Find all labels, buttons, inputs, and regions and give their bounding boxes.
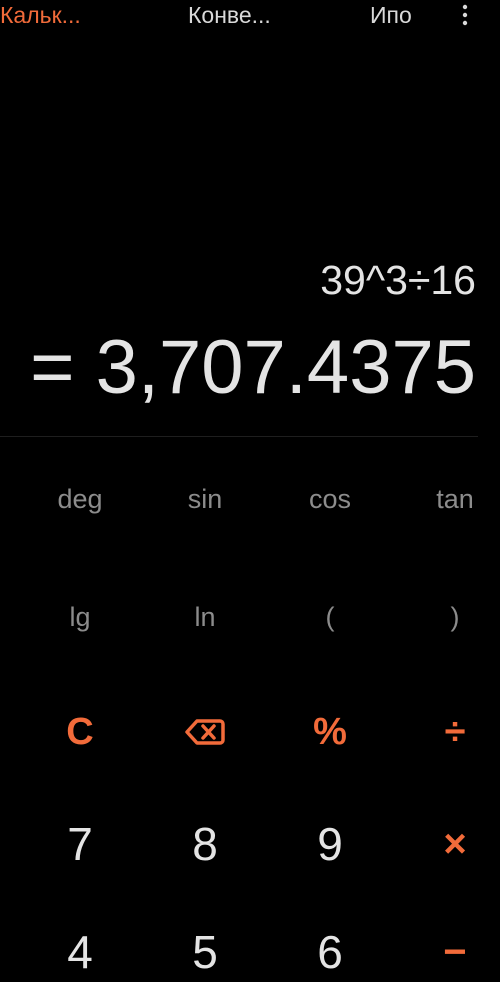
result-display: = 3,707.4375: [30, 325, 476, 410]
cos-button[interactable]: cos: [280, 479, 380, 519]
digit-7-button[interactable]: 7: [30, 814, 130, 874]
clear-button[interactable]: C: [30, 707, 130, 757]
tab-calculator[interactable]: Кальк...: [0, 0, 125, 30]
right-paren-button[interactable]: ): [405, 597, 500, 637]
digit-4-button[interactable]: 4: [30, 922, 130, 982]
left-paren-button[interactable]: (: [280, 597, 380, 637]
multiply-button[interactable]: ×: [405, 814, 500, 874]
digit-6-button[interactable]: 6: [280, 922, 380, 982]
backspace-icon: [185, 719, 225, 745]
backspace-button[interactable]: [155, 707, 255, 757]
digit-8-button[interactable]: 8: [155, 814, 255, 874]
expression-display: 39^3÷16: [320, 257, 476, 303]
ln-button[interactable]: ln: [155, 597, 255, 637]
deg-button[interactable]: deg: [30, 479, 130, 519]
tab-mortgage[interactable]: Ипо: [370, 0, 428, 30]
divide-button[interactable]: ÷: [405, 707, 500, 757]
tab-bar: Кальк... Конве... Ипо: [0, 0, 500, 34]
tan-button[interactable]: tan: [405, 479, 500, 519]
lg-button[interactable]: lg: [30, 597, 130, 637]
digit-5-button[interactable]: 5: [155, 922, 255, 982]
minus-button[interactable]: −: [405, 922, 500, 982]
tab-converter[interactable]: Конве...: [188, 0, 308, 30]
display-divider: [0, 436, 478, 437]
percent-button[interactable]: %: [280, 707, 380, 757]
more-vertical-icon[interactable]: [455, 3, 475, 27]
sin-button[interactable]: sin: [155, 479, 255, 519]
digit-9-button[interactable]: 9: [280, 814, 380, 874]
